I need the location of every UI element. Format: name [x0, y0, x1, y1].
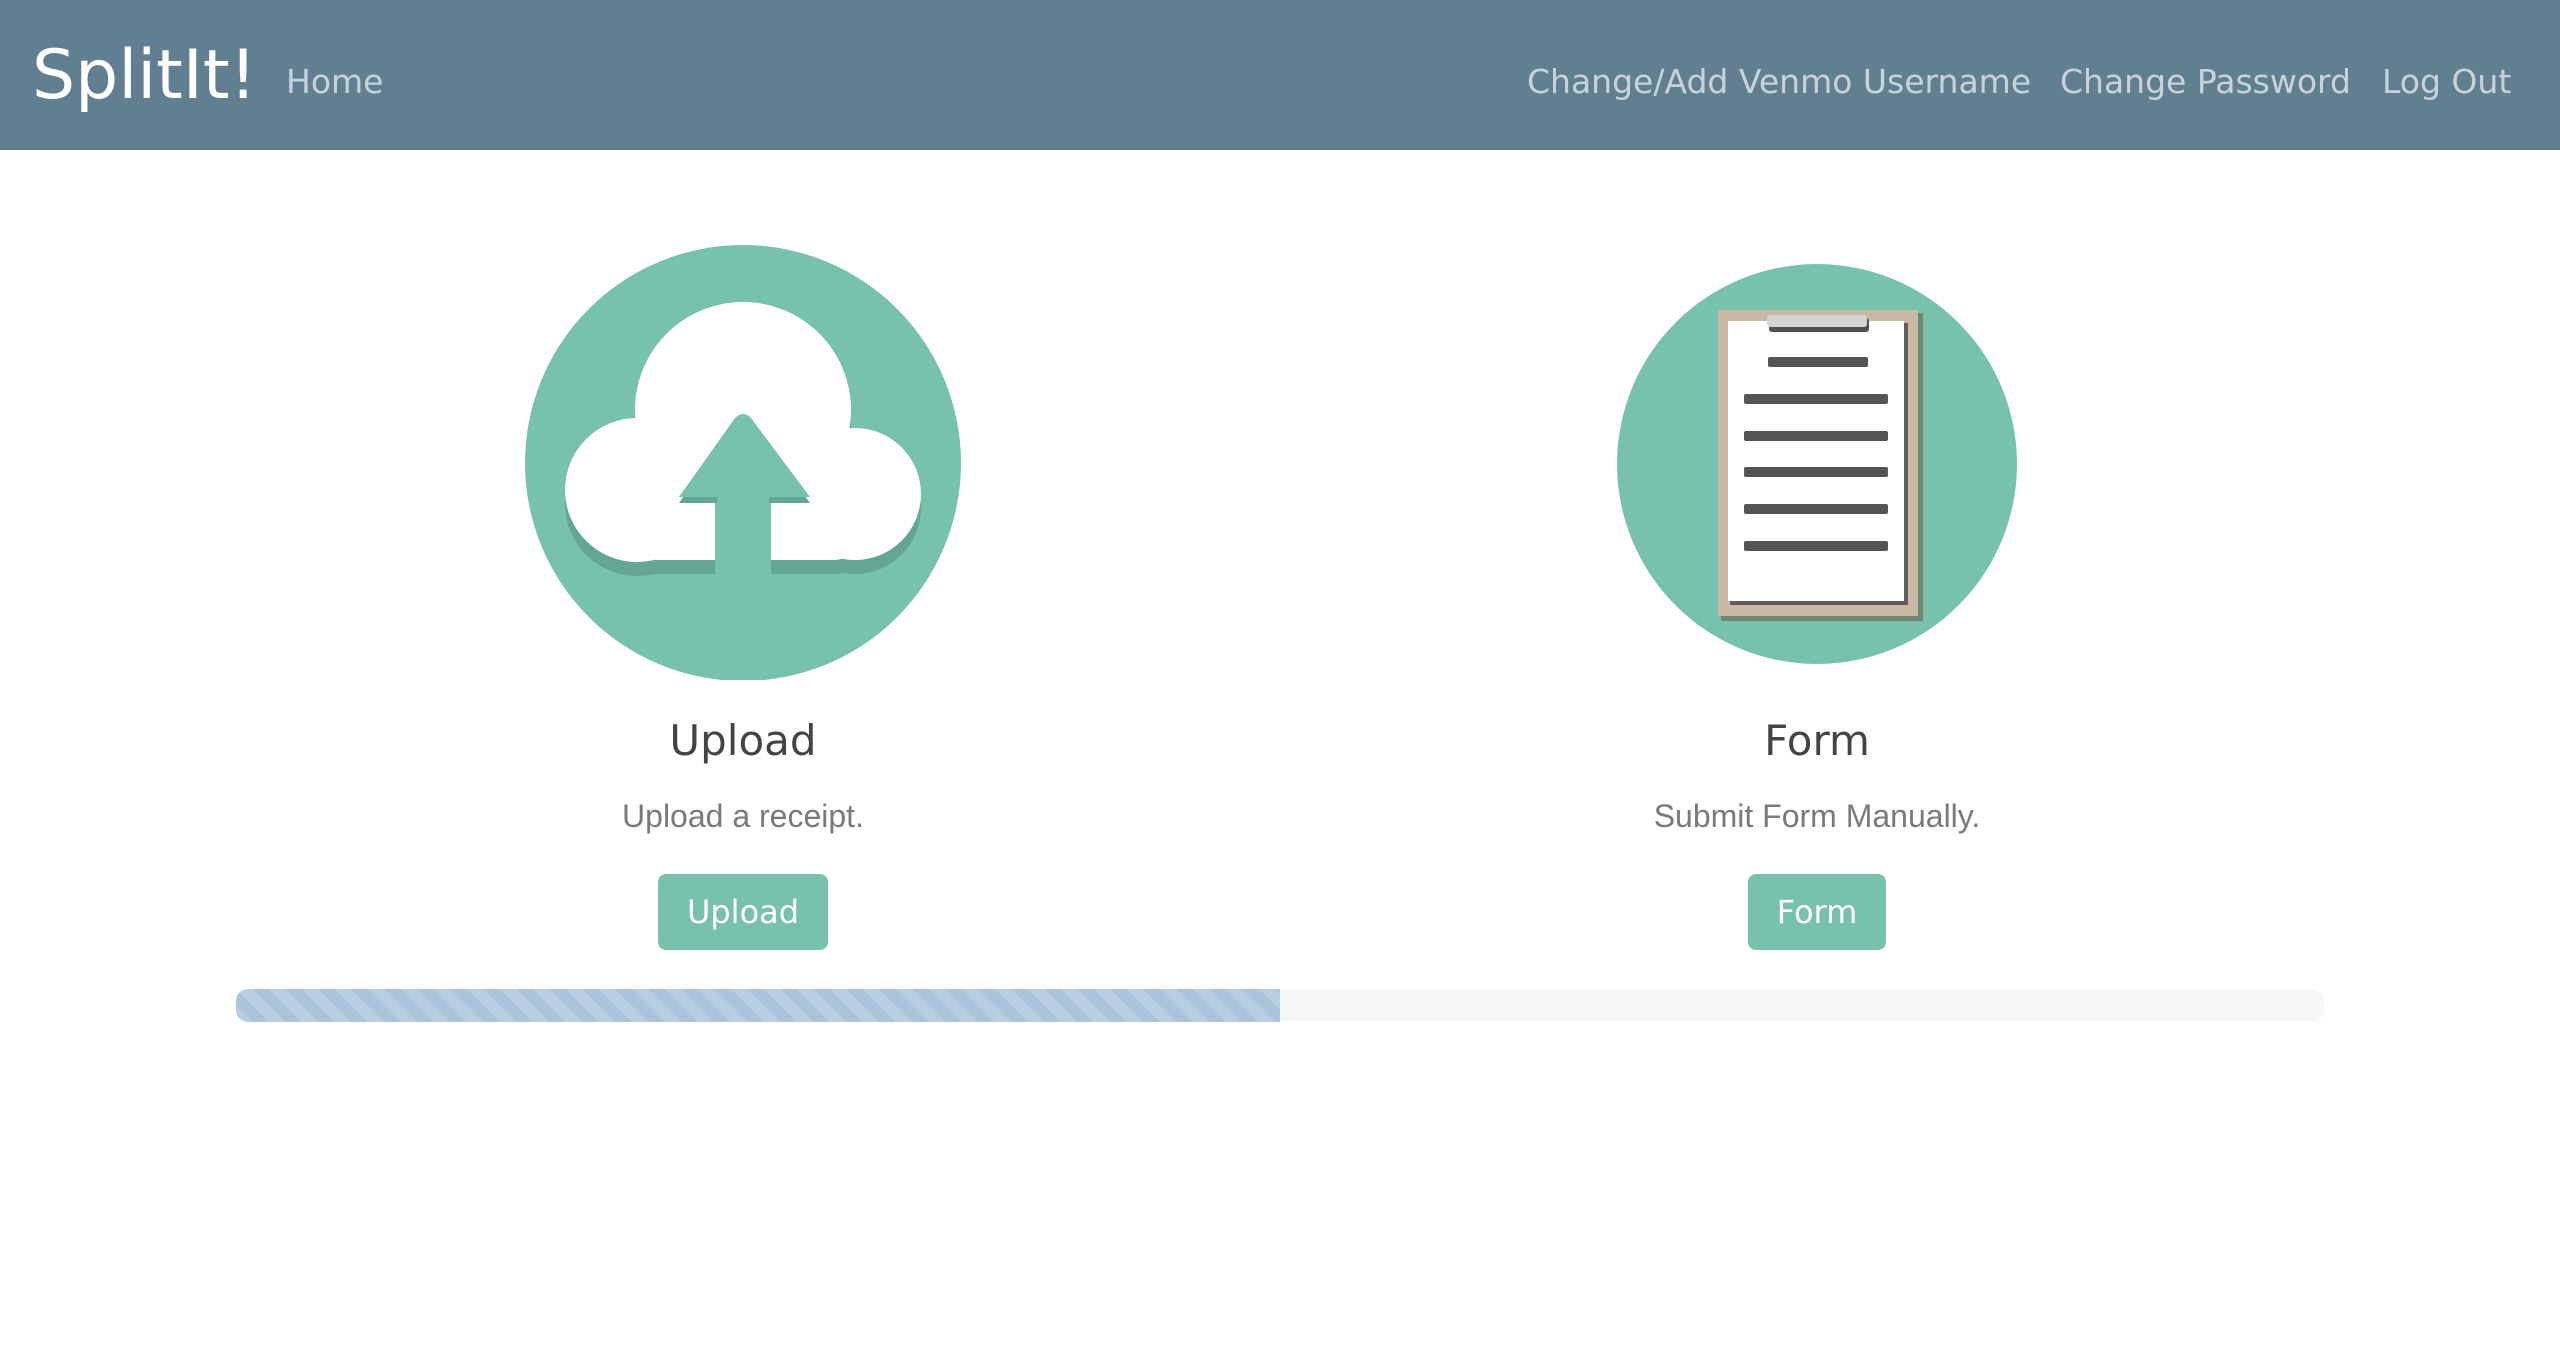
upload-button[interactable]: Upload [658, 874, 828, 950]
progress-track [236, 989, 2324, 1022]
form-button[interactable]: Form [1748, 874, 1886, 950]
upload-title: Upload [669, 716, 817, 765]
clipboard-icon [1417, 240, 2217, 680]
brand-logo[interactable]: SplitIt! [32, 36, 257, 116]
nav-venmo-link[interactable]: Change/Add Venmo Username [1527, 62, 2031, 102]
upload-description: Upload a receipt. [622, 798, 864, 834]
progress-bar-fill [236, 989, 1280, 1022]
cloud-upload-icon [343, 240, 1143, 680]
form-title: Form [1764, 716, 1870, 765]
nav-change-password-link[interactable]: Change Password [2060, 62, 2351, 102]
form-description: Submit Form Manually. [1653, 798, 1981, 834]
nav-logout-link[interactable]: Log Out [2382, 62, 2511, 102]
navbar: SplitIt! Home Change/Add Venmo Username … [0, 0, 2560, 150]
nav-home-link[interactable]: Home [286, 62, 383, 102]
